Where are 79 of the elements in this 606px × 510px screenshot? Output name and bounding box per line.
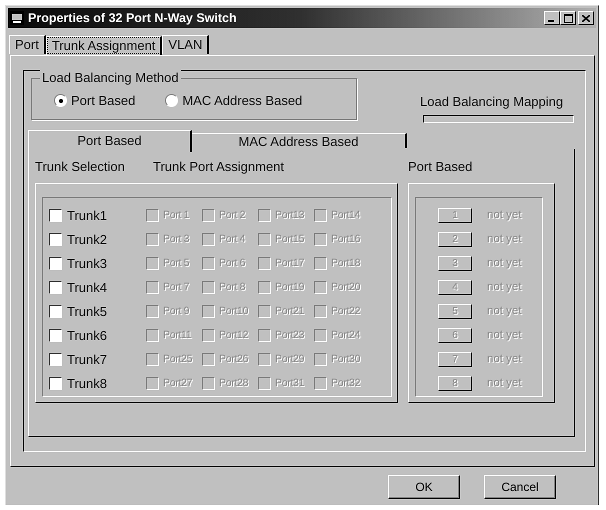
checkbox-label: Port26 (219, 353, 248, 365)
close-button[interactable] (578, 11, 594, 25)
checkbox-label: Port30 (331, 353, 360, 365)
tab[interactable]: VLAN (162, 35, 210, 54)
checkbox-label: Port12 (219, 329, 248, 341)
dialog-button[interactable]: OK (388, 475, 460, 499)
checkbox-label: Port 4 (219, 233, 246, 245)
dialog-button[interactable]: Cancel (484, 475, 556, 499)
checkbox-label: Port10 (219, 305, 248, 317)
minimize-button[interactable] (544, 11, 560, 25)
checkbox-label: Trunk6 (67, 328, 107, 342)
checkbox-label: Port14 (331, 209, 360, 221)
checkbox-label: Trunk2 (67, 232, 107, 246)
checkbox-label: Port 9 (163, 305, 190, 317)
checkbox[interactable] (49, 280, 62, 294)
status-text: not yet (487, 281, 522, 293)
tab[interactable]: Port Based (28, 130, 192, 152)
tab[interactable]: MAC Address Based (192, 133, 407, 148)
checkbox-label: Port16 (331, 233, 360, 245)
checkbox-label: Port24 (331, 329, 360, 341)
checkbox-label: Port29 (275, 353, 304, 365)
close-icon (582, 14, 590, 22)
checkbox-label: Port25 (163, 353, 192, 365)
radio-label: Port Based (71, 93, 136, 108)
status-text: not yet (487, 353, 522, 365)
checkbox-label: Trunk3 (67, 256, 107, 270)
checkbox-label: Port15 (275, 233, 304, 245)
checkbox-label: Port 8 (219, 281, 246, 293)
checkbox[interactable] (49, 256, 62, 270)
checkbox-label: Port17 (275, 257, 304, 269)
checkbox[interactable] (49, 376, 62, 390)
group-label: Load Balancing Method (40, 70, 181, 85)
checkbox[interactable] (49, 328, 62, 342)
app-icon (10, 11, 24, 25)
checkbox-label: Trunk5 (67, 304, 107, 318)
checkbox-label: Trunk8 (67, 376, 107, 390)
column-heading: Port Based (408, 158, 472, 174)
checkbox-label: Port27 (163, 377, 192, 389)
checkbox-label: Trunk4 (67, 280, 107, 294)
tab[interactable]: Port (9, 35, 46, 54)
tab[interactable]: Trunk Assignment (46, 36, 162, 55)
checkbox[interactable] (49, 352, 62, 366)
checkbox[interactable] (49, 304, 62, 318)
radio-button[interactable] (54, 94, 67, 107)
status-text: not yet (487, 329, 522, 341)
column-heading: Trunk Port Assignment (153, 158, 284, 174)
checkbox-label: Port18 (331, 257, 360, 269)
checkbox-label: Port32 (331, 377, 360, 389)
checkbox-label: Port31 (275, 377, 304, 389)
checkbox[interactable] (49, 232, 62, 246)
checkbox[interactable] (49, 208, 62, 222)
maximize-button[interactable] (560, 11, 576, 25)
radio-button[interactable] (165, 94, 178, 107)
radio-option[interactable]: Port Based (54, 93, 136, 108)
status-text: not yet (487, 377, 522, 389)
window-title: Properties of 32 Port N-Way Switch (28, 11, 238, 25)
mapping-label: Load Balancing Mapping (420, 94, 564, 109)
maximize-icon (564, 14, 572, 22)
checkbox-label: Trunk1 (67, 208, 107, 222)
status-text: not yet (487, 209, 522, 221)
checkbox-label: Port21 (275, 305, 304, 317)
checkbox-label: Port28 (219, 377, 248, 389)
checkbox-label: Port 6 (219, 257, 246, 269)
checkbox-label: Trunk7 (67, 352, 107, 366)
status-text: not yet (487, 257, 522, 269)
checkbox-label: Port23 (275, 329, 304, 341)
checkbox-label: Port 3 (163, 233, 190, 245)
checkbox-label: Port20 (331, 281, 360, 293)
checkbox-label: Port13 (275, 209, 304, 221)
checkbox-label: Port 1 (163, 209, 190, 221)
checkbox-label: Port22 (331, 305, 360, 317)
checkbox-label: Port11 (163, 329, 192, 341)
checkbox-label: Port 2 (219, 209, 246, 221)
checkbox-label: Port 5 (163, 257, 190, 269)
status-text: not yet (487, 305, 522, 317)
checkbox-label: Port 7 (163, 281, 190, 293)
checkbox-label: Port19 (275, 281, 304, 293)
column-heading: Trunk Selection (35, 158, 126, 174)
status-text: not yet (487, 233, 522, 245)
